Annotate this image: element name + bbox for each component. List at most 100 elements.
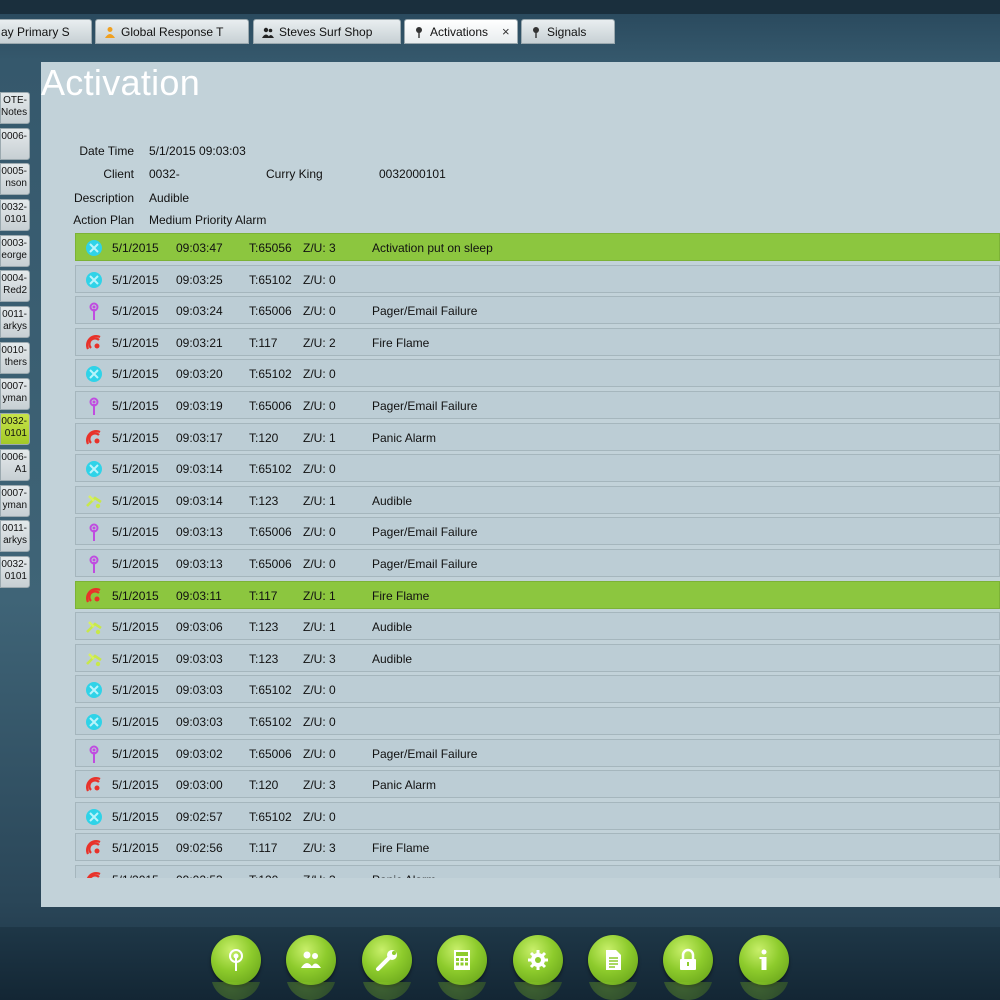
tab-label: Global Response T bbox=[121, 24, 224, 39]
cyan-x-icon bbox=[86, 240, 102, 256]
event-time: 09:03:03 bbox=[176, 715, 223, 729]
event-row[interactable]: 5/1/2015 09:02:53 T:120 Z/U: 3 Panic Alarm bbox=[75, 865, 1000, 878]
sidebar-item-line1: 0007- bbox=[1, 487, 27, 499]
person-orange-icon bbox=[105, 26, 115, 38]
event-row[interactable]: 5/1/2015 09:03:21 T:117 Z/U: 2 Fire Flame bbox=[75, 327, 1000, 356]
sidebar-client-item[interactable]: 0005- nson bbox=[0, 163, 30, 196]
button-reflection bbox=[738, 982, 789, 1000]
sidebar-client-item[interactable]: 0007- yman bbox=[0, 484, 30, 517]
tab-label: Activations bbox=[430, 24, 489, 39]
event-row[interactable]: 5/1/2015 09:03:25 T:65102 Z/U: 0 bbox=[75, 264, 1000, 293]
event-row[interactable]: 5/1/2015 09:03:13 T:65006 Z/U: 0 Pager/Email… bbox=[75, 549, 1000, 577]
event-row[interactable]: 5/1/2015 09:03:02 T:65006 Z/U: 0 Pager/Email… bbox=[75, 738, 1000, 767]
info-button[interactable] bbox=[738, 935, 789, 985]
event-row[interactable]: 5/1/2015 09:03:14 T:123 Z/U: 1 Audible bbox=[75, 485, 1000, 514]
event-date: 5/1/2015 bbox=[112, 241, 159, 255]
event-row[interactable]: 5/1/2015 09:03:47 T:65056 Z/U: 3 Activation … bbox=[75, 233, 1000, 261]
event-zu: Z/U: 0 bbox=[303, 462, 336, 477]
event-row[interactable]: 5/1/2015 09:03:03 T:65102 Z/U: 0 bbox=[75, 707, 1000, 735]
tab-activations[interactable]: Activations × bbox=[404, 19, 518, 44]
event-row[interactable]: 5/1/2015 09:03:13 T:65006 Z/U: 0 Pager/Email… bbox=[75, 517, 1000, 546]
event-desc: Pager/Email Failure bbox=[372, 746, 478, 761]
sidebar-client-item[interactable]: 0032- 0101 bbox=[0, 413, 30, 446]
sidebar-item-line2: A1 bbox=[14, 463, 27, 475]
purple-antenna-icon bbox=[89, 555, 99, 573]
tools-button[interactable] bbox=[361, 935, 412, 985]
event-row[interactable]: 5/1/2015 09:03:20 T:65102 Z/U: 0 bbox=[75, 359, 1000, 388]
activation-panel: Activation Date Time 5/1/2015 09:03:03 C… bbox=[41, 62, 1000, 907]
tab-steves-surf-shop[interactable]: Steves Surf Shop bbox=[253, 19, 401, 44]
button-reflection bbox=[286, 982, 337, 1000]
sidebar-client-item[interactable]: 0003- eorge bbox=[0, 234, 30, 267]
event-desc: Activation put on sleep bbox=[372, 241, 493, 255]
sidebar-item-line1: 0032- bbox=[1, 558, 27, 570]
sidebar-client-item[interactable]: 0010- thers bbox=[0, 341, 30, 374]
event-row[interactable]: 5/1/2015 09:03:03 T:65102 Z/U: 0 bbox=[75, 675, 1000, 704]
event-row[interactable]: 5/1/2015 09:03:24 T:65006 Z/U: 0 Pager/Email… bbox=[75, 296, 1000, 325]
sidebar-item-line1: 0007- bbox=[1, 380, 27, 392]
tab-bar: ay Primary S Global Response T Steves Su… bbox=[0, 19, 1000, 45]
event-row[interactable]: 5/1/2015 09:02:56 T:117 Z/U: 3 Fire Flame bbox=[75, 833, 1000, 862]
event-row[interactable]: 5/1/2015 09:03:00 T:120 Z/U: 3 Panic Alarm bbox=[75, 770, 1000, 799]
event-row[interactable]: 5/1/2015 09:03:19 T:65006 Z/U: 0 Pager/Email… bbox=[75, 391, 1000, 419]
sidebar-client-item[interactable]: 0032- 0101 bbox=[0, 199, 30, 232]
sidebar-item-line1: 0003- bbox=[1, 237, 27, 249]
event-zu: Z/U: 1 bbox=[303, 588, 336, 603]
sidebar-item-line2: 0101 bbox=[4, 570, 27, 582]
action-plan-value: Medium Priority Alarm bbox=[149, 213, 267, 227]
settings-button[interactable] bbox=[512, 935, 563, 985]
sidebar-client-item[interactable]: 0006- bbox=[0, 127, 30, 160]
event-row[interactable]: 5/1/2015 09:03:14 T:65102 Z/U: 0 bbox=[75, 454, 1000, 483]
sidebar-item-line2: arkys bbox=[3, 535, 27, 547]
sidebar-client-item[interactable]: 0006- A1 bbox=[0, 448, 30, 481]
event-zu: Z/U: 3 bbox=[303, 873, 336, 878]
sidebar-client-item[interactable]: 0004- Red2 bbox=[0, 270, 30, 303]
event-t: T:120 bbox=[249, 873, 278, 878]
event-zu: Z/U: 1 bbox=[303, 430, 336, 445]
event-time: 09:03:14 bbox=[176, 462, 223, 477]
sidebar-item-line1: 0011- bbox=[2, 309, 27, 321]
event-desc: Audible bbox=[372, 493, 413, 508]
button-reflection bbox=[588, 982, 638, 1000]
sidebar-client-item[interactable]: 0032- 0101 bbox=[0, 555, 30, 588]
event-row[interactable]: 5/1/2015 09:03:06 T:123 Z/U: 1 Audible bbox=[75, 612, 1000, 641]
event-date: 5/1/2015 bbox=[112, 651, 159, 666]
client-name: Curry King bbox=[266, 167, 323, 181]
sidebar-item-line1: 0005- bbox=[1, 166, 27, 178]
event-row[interactable]: 5/1/2015 09:03:17 T:120 Z/U: 1 Panic Alarm bbox=[75, 422, 1000, 451]
sidebar-item-line2: Red2 bbox=[3, 285, 27, 297]
event-time: 09:03:13 bbox=[176, 557, 223, 571]
event-time: 09:03:25 bbox=[176, 272, 223, 287]
close-icon[interactable]: × bbox=[502, 24, 510, 39]
event-list[interactable]: 5/1/2015 09:03:47 T:65056 Z/U: 3 Activation … bbox=[75, 233, 1000, 878]
sidebar-client-item[interactable]: OTE- Notes bbox=[0, 92, 30, 124]
reports-button[interactable] bbox=[588, 935, 638, 985]
event-desc: Fire Flame bbox=[372, 335, 430, 350]
page-title: Activation bbox=[41, 62, 201, 103]
sidebar-client-item[interactable]: 0011- arkys bbox=[0, 306, 30, 339]
button-reflection bbox=[437, 982, 488, 1000]
tab-signals[interactable]: Signals bbox=[521, 19, 615, 44]
red-alarm-icon bbox=[86, 777, 101, 792]
calculator-button[interactable] bbox=[437, 935, 488, 985]
event-date: 5/1/2015 bbox=[112, 778, 159, 793]
event-zu: Z/U: 0 bbox=[303, 367, 336, 382]
event-desc: Pager/Email Failure bbox=[372, 557, 478, 571]
event-t: T:117 bbox=[249, 335, 278, 350]
yellow-signal-icon bbox=[86, 494, 102, 508]
event-zu: Z/U: 0 bbox=[303, 304, 336, 319]
event-row[interactable]: 5/1/2015 09:03:03 T:123 Z/U: 3 Audible bbox=[75, 643, 1000, 672]
sidebar-client-item[interactable]: 0007- yman bbox=[0, 377, 30, 410]
event-row[interactable]: 5/1/2015 09:02:57 T:65102 Z/U: 0 bbox=[75, 801, 1000, 830]
sidebar-item-line2: eorge bbox=[1, 249, 27, 261]
tab-global-response[interactable]: Global Response T bbox=[95, 19, 249, 44]
client-value: 0032- bbox=[149, 167, 180, 181]
signals-button[interactable] bbox=[211, 935, 261, 985]
event-row[interactable]: 5/1/2015 09:03:11 T:117 Z/U: 1 Fire Flame bbox=[75, 580, 1000, 609]
event-zu: Z/U: 1 bbox=[303, 493, 336, 508]
event-t: T:117 bbox=[249, 841, 278, 856]
people-icon bbox=[262, 27, 274, 38]
tab-primary[interactable]: ay Primary S bbox=[0, 19, 92, 44]
sidebar-client-item[interactable]: 0011- arkys bbox=[0, 520, 30, 553]
event-date: 5/1/2015 bbox=[112, 304, 159, 319]
